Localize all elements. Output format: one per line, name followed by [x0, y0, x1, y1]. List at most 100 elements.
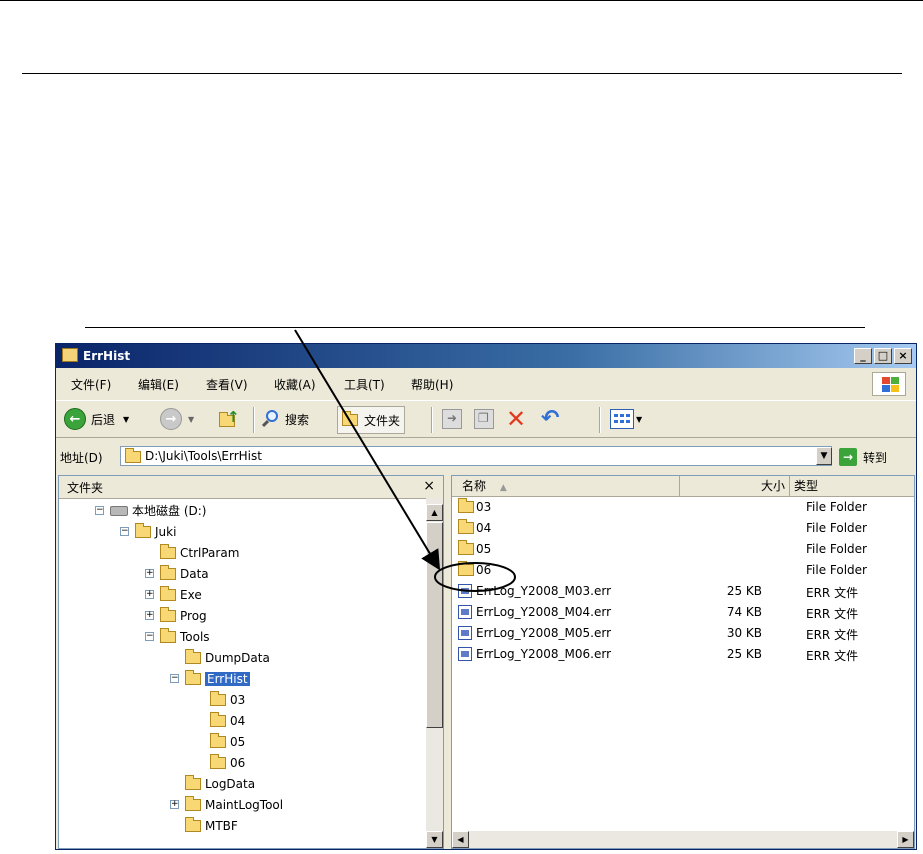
tree-item-label: Data	[180, 566, 209, 581]
delete-button[interactable]: ✕	[506, 407, 526, 431]
list-item[interactable]: ErrLog_Y2008_M03.err 25 KB ERR 文件	[454, 581, 912, 602]
file-type: File Folder	[806, 521, 867, 535]
menu-edit[interactable]: 编辑(E)	[138, 376, 179, 393]
column-header-name[interactable]: 名称 ▲	[452, 476, 680, 496]
back-label: 后退	[91, 412, 116, 427]
tree-item-label: Prog	[180, 608, 207, 623]
views-button[interactable]: ▼	[610, 407, 642, 431]
file-type: ERR 文件	[806, 628, 859, 642]
file-size: 30 KB	[726, 626, 762, 640]
search-label: 搜索	[285, 412, 310, 427]
tree-item-03[interactable]: 03	[210, 689, 245, 710]
tree-item-label: MTBF	[205, 818, 238, 833]
tree-item-logdata[interactable]: LogData	[185, 773, 255, 794]
folder-icon	[160, 585, 176, 601]
tree-item-local-disk[interactable]: − 本地磁盘 (D:)	[95, 500, 206, 521]
folders-button[interactable]: 文件夹	[337, 406, 406, 434]
back-button[interactable]: ← 后退 ▼	[64, 407, 129, 431]
menu-tools[interactable]: 工具(T)	[344, 376, 385, 393]
address-folder-icon	[125, 448, 141, 463]
column-header-size[interactable]: 大小	[680, 476, 790, 496]
tree-item-label: Juki	[155, 524, 177, 539]
title-bar[interactable]: ErrHist _ □ ×	[56, 344, 916, 368]
tree-vertical-scrollbar[interactable]: ▲ ▼	[426, 498, 443, 848]
folder-icon	[210, 711, 226, 727]
scroll-left-button[interactable]: ◀	[452, 831, 469, 848]
go-arrow-icon: →	[839, 448, 857, 466]
tree-item-04[interactable]: 04	[210, 710, 245, 731]
tree-item-prog[interactable]: + Prog	[145, 605, 207, 626]
folder-icon	[160, 627, 176, 643]
close-button[interactable]: ×	[894, 348, 912, 364]
address-dropdown-button[interactable]: ▼	[816, 447, 832, 465]
copy-to-button[interactable]: ❐	[474, 407, 494, 431]
back-arrow-icon: ←	[64, 408, 86, 430]
scroll-up-button[interactable]: ▲	[426, 504, 443, 521]
folder-icon	[160, 606, 176, 622]
go-button[interactable]: → 转到	[839, 446, 887, 468]
tree-item-06[interactable]: 06	[210, 752, 245, 773]
tree-item-label: 本地磁盘 (D:)	[132, 504, 207, 518]
tree-item-errhist[interactable]: − ErrHist	[170, 668, 250, 689]
tree-item-mtbf[interactable]: MTBF	[185, 815, 238, 836]
tree-item-label: 04	[230, 713, 246, 728]
file-name: ErrLog_Y2008_M06.err	[476, 647, 612, 661]
file-type: File Folder	[806, 500, 867, 514]
expand-icon[interactable]: +	[145, 611, 154, 620]
expand-icon[interactable]: +	[145, 569, 154, 578]
list-item[interactable]: 06 File Folder	[454, 560, 912, 581]
menu-file[interactable]: 文件(F)	[71, 376, 111, 393]
list-item[interactable]: 04 File Folder	[454, 518, 912, 539]
toolbar: ← 后退 ▼ → ▼ ↑ 搜索 文件夹 ➜ ❐ ✕ ↶ ▼	[56, 400, 916, 438]
scroll-down-button[interactable]: ▼	[426, 831, 443, 848]
list-item[interactable]: ErrLog_Y2008_M04.err 74 KB ERR 文件	[454, 602, 912, 623]
tree-item-tools[interactable]: − Tools	[145, 626, 210, 647]
folder-pane-close-icon[interactable]: ×	[423, 478, 435, 494]
expand-icon[interactable]: +	[145, 590, 154, 599]
forward-dropdown-icon[interactable]: ▼	[188, 415, 194, 424]
menu-help[interactable]: 帮助(H)	[411, 376, 453, 393]
move-to-button[interactable]: ➜	[442, 407, 462, 431]
menu-favorites[interactable]: 收藏(A)	[274, 376, 316, 393]
tree-item-dumpdata[interactable]: DumpData	[185, 647, 270, 668]
list-header: 名称 ▲ 大小 类型	[452, 476, 914, 497]
tree-item-05[interactable]: 05	[210, 731, 245, 752]
list-item[interactable]: ErrLog_Y2008_M05.err 30 KB ERR 文件	[454, 623, 912, 644]
list-item[interactable]: 05 File Folder	[454, 539, 912, 560]
expand-icon[interactable]: +	[170, 800, 179, 809]
collapse-icon[interactable]: −	[120, 527, 129, 536]
menu-view[interactable]: 查看(V)	[206, 376, 248, 393]
tree-item-exe[interactable]: + Exe	[145, 584, 202, 605]
folder-tree: − 本地磁盘 (D:) − Juki CtrlParam + Data + Ex…	[59, 498, 426, 848]
list-horizontal-scrollbar[interactable]: ◀ ▶	[452, 831, 914, 848]
tree-item-juki[interactable]: − Juki	[120, 521, 176, 542]
err-file-icon	[458, 647, 472, 661]
folders-icon	[342, 411, 358, 426]
undo-button[interactable]: ↶	[541, 407, 559, 431]
minimize-button[interactable]: _	[854, 348, 872, 364]
folder-icon	[185, 795, 201, 811]
collapse-icon[interactable]: −	[95, 506, 104, 515]
collapse-icon[interactable]: −	[145, 632, 154, 641]
column-header-type[interactable]: 类型	[790, 476, 914, 496]
back-dropdown-icon[interactable]: ▼	[123, 415, 129, 424]
tree-item-data[interactable]: + Data	[145, 563, 209, 584]
tree-item-label: 05	[230, 734, 246, 749]
caption-rule	[85, 327, 865, 328]
tree-item-maintlogtool[interactable]: + MaintLogTool	[170, 794, 283, 815]
scroll-thumb[interactable]	[426, 522, 443, 728]
up-folder-button[interactable]: ↑	[219, 407, 240, 431]
tree-item-ctrlparam[interactable]: CtrlParam	[160, 542, 239, 563]
list-item[interactable]: 03 File Folder	[454, 497, 912, 518]
list-item[interactable]: ErrLog_Y2008_M06.err 25 KB ERR 文件	[454, 644, 912, 665]
search-button[interactable]: 搜索	[261, 407, 310, 431]
file-name: 04	[476, 521, 492, 535]
address-input[interactable]: D:\Juki\Tools\ErrHist	[120, 446, 832, 466]
maximize-button[interactable]: □	[874, 348, 892, 364]
forward-button[interactable]: → ▼	[160, 407, 194, 431]
folders-label: 文件夹	[364, 413, 401, 428]
scroll-right-button[interactable]: ▶	[897, 831, 914, 848]
collapse-icon[interactable]: −	[170, 674, 179, 683]
tree-item-label: 03	[230, 692, 246, 707]
forward-arrow-icon: →	[160, 408, 182, 430]
